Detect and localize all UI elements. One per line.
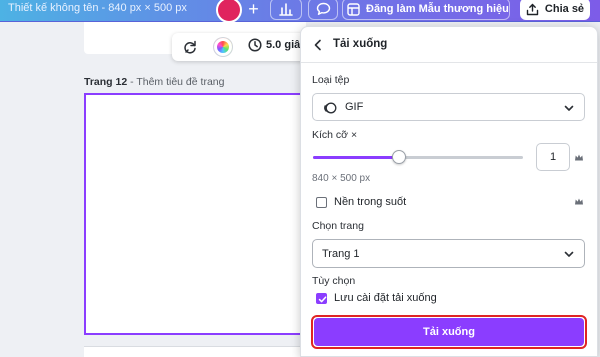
back-arrow-icon[interactable] — [311, 38, 325, 52]
document-title[interactable]: Thiết kế không tên - 840 px × 500 px — [8, 2, 187, 14]
chart-icon — [279, 2, 293, 16]
file-type-select[interactable]: GIF — [312, 93, 585, 121]
panel-header: Tải xuống — [301, 27, 597, 63]
file-type-value: GIF — [345, 101, 364, 113]
duration-label: 5.0 giâ — [266, 39, 301, 51]
options-label: Tùy chọn — [312, 275, 356, 287]
chevron-down-icon — [564, 105, 574, 111]
gif-format-icon — [324, 102, 337, 114]
save-settings-label: Lưu cài đặt tải xuống — [334, 292, 437, 304]
page-title[interactable]: Trang 12 - Thêm tiêu đề trang — [84, 76, 224, 88]
crown-icon — [575, 198, 583, 205]
insights-button[interactable] — [270, 0, 302, 20]
comment-button[interactable] — [308, 0, 338, 20]
transparent-background-checkbox[interactable] — [316, 197, 327, 208]
transparent-background-label: Nền trong suốt — [334, 196, 407, 208]
design-artboard[interactable] — [84, 93, 306, 335]
selected-pages-value: Trang 1 — [322, 248, 360, 260]
plus-icon: + — [248, 0, 259, 19]
clock-icon — [248, 38, 262, 52]
save-settings-checkbox[interactable] — [316, 293, 327, 304]
size-scale-input[interactable]: 1 — [536, 143, 570, 171]
dimensions-text: 840 × 500 px — [312, 173, 371, 184]
template-icon — [347, 2, 360, 16]
next-page-preview — [84, 346, 306, 357]
checkmark-icon — [318, 296, 327, 303]
brand-button-label: Đăng làm Mẫu thương hiệu — [366, 3, 509, 15]
download-panel: Tải xuống Loại tệp GIF Kích cỡ × 1 840 ×… — [300, 26, 598, 357]
comment-icon — [316, 2, 330, 15]
page-duration-button[interactable]: 5.0 giâ — [248, 38, 300, 52]
page-number: Trang 12 — [84, 76, 128, 88]
publish-brand-template-button[interactable]: Đăng làm Mẫu thương hiệu — [342, 0, 510, 20]
chevron-down-icon — [564, 251, 574, 257]
add-button[interactable]: + — [240, 0, 267, 20]
avatar[interactable] — [216, 0, 242, 23]
top-bar: Thiết kế không tên - 840 px × 500 px + Đ… — [0, 0, 600, 23]
select-pages-dropdown[interactable]: Trang 1 — [312, 239, 585, 268]
panel-title: Tải xuống — [333, 38, 388, 50]
size-label: Kích cỡ × — [312, 129, 358, 141]
refresh-icon[interactable] — [182, 39, 198, 55]
page-floating-toolbar: 5.0 giâ — [172, 33, 306, 61]
share-button-label: Chia sẻ — [544, 3, 585, 15]
size-slider-fill — [313, 156, 400, 159]
crown-icon — [575, 154, 583, 161]
size-slider[interactable] — [313, 150, 523, 164]
file-type-label: Loại tệp — [312, 74, 350, 86]
download-button[interactable]: Tải xuống — [314, 318, 584, 346]
size-slider-handle[interactable] — [392, 150, 407, 164]
share-button[interactable]: Chia sẻ — [520, 0, 590, 20]
download-button-highlight: Tải xuống — [311, 315, 587, 349]
select-pages-label: Chọn trang — [312, 220, 364, 232]
page-title-placeholder: - Thêm tiêu đề trang — [127, 76, 225, 88]
color-picker-button[interactable] — [214, 38, 232, 56]
upload-icon — [526, 3, 539, 15]
